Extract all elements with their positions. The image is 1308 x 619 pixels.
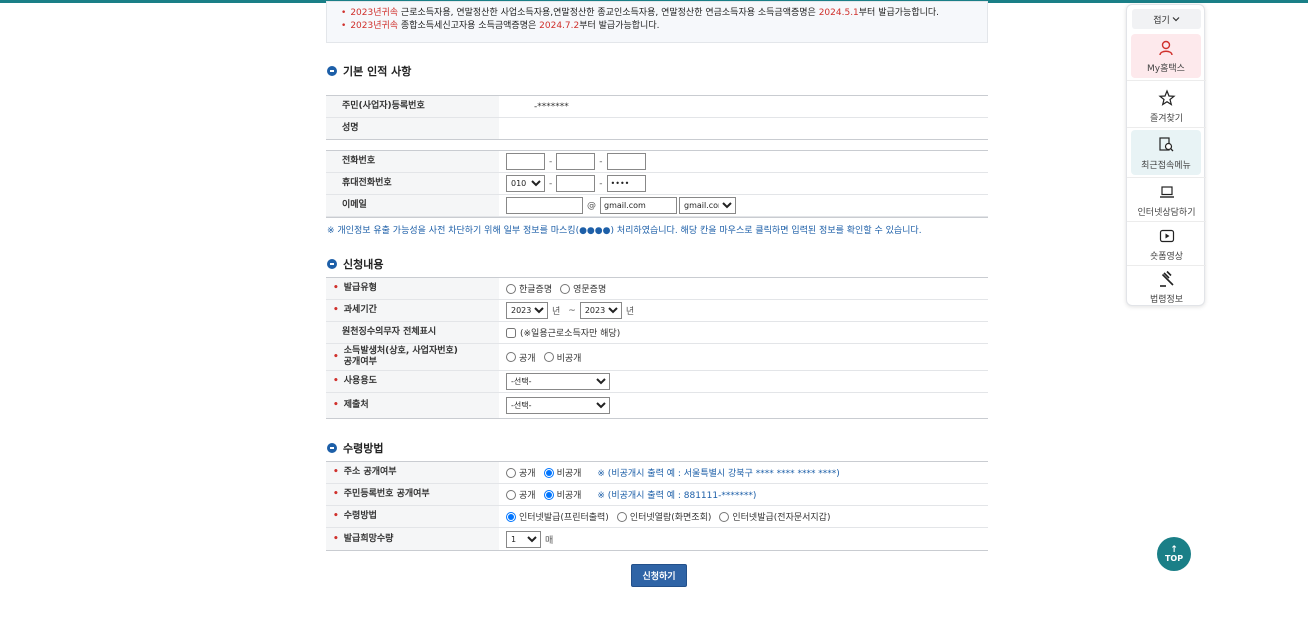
contact-table: 전화번호 - - 휴대전화번호 010 - - 이메일 @ gmail.com (326, 150, 988, 218)
addr-public-radio[interactable]: 공개 (506, 466, 536, 479)
section-title-receive: 수령방법 (327, 440, 383, 456)
quick-item-law-info[interactable]: 법령정보 (1127, 270, 1206, 305)
email-domain-input[interactable] (600, 197, 677, 214)
quantity-label: 발급희망수량 (326, 528, 499, 550)
section-bullet-icon (327, 66, 337, 76)
year-from-select[interactable]: 2023 (506, 302, 548, 319)
email-domain-select[interactable]: gmail.com (679, 197, 736, 214)
table-row: 성명 (326, 118, 988, 140)
table-row: 과세기간 2023 년 ~ 2023 년 (326, 300, 988, 322)
withholding-checkbox[interactable] (506, 327, 516, 338)
issue-type-label: 발급유형 (326, 278, 499, 299)
phone-part3-input[interactable] (606, 153, 646, 170)
issue-type-korean-radio[interactable]: 한글증명 (506, 282, 552, 295)
divider (1127, 177, 1206, 178)
table-row: 제출처 -선택- (326, 393, 988, 418)
rrn-public-radio[interactable]: 공개 (506, 488, 536, 501)
rrn-value: -******* (534, 101, 569, 112)
masking-notice: ※ 개인정보 유출 가능성을 사전 차단하기 위해 일부 정보를 마스킹(●●●… (327, 226, 922, 236)
quick-item-favorites[interactable]: 즐겨찾기 (1127, 89, 1206, 124)
section-bullet-icon (327, 443, 337, 453)
scroll-top-button[interactable]: ↑ TOP (1157, 537, 1191, 571)
quick-item-shortform-video[interactable]: 숏폼영상 (1127, 227, 1206, 262)
tax-period-label: 과세기간 (326, 300, 499, 321)
divider (1127, 221, 1206, 222)
divider (1127, 127, 1206, 128)
quick-item-myhometax[interactable]: My홈택스 (1131, 34, 1201, 78)
mobile-middle-input[interactable] (556, 175, 596, 192)
notice-item: 2023년귀속 종합소득세신고자용 소득금액증명은 2024.7.2부터 발급가… (341, 20, 987, 33)
rrn-disclose-label: 주민등록번호 공개여부 (326, 484, 499, 505)
disclose-private-radio[interactable]: 비공개 (543, 351, 581, 364)
rrn-private-radio[interactable]: 비공개 (543, 488, 581, 501)
quantity-select[interactable]: 1 (506, 530, 541, 548)
section-title-apply: 신청내용 (327, 256, 383, 272)
addr-hint: ※ (비공개시 출력 예 : 서울특별시 강북구 **** **** **** … (597, 469, 840, 479)
table-row: 주민(사업자)등록번호 -******* (326, 96, 988, 118)
chevron-down-icon (1172, 17, 1180, 22)
notice-box: 2023년귀속 근로소득자용, 연말정산한 사업소득자용,연말정산한 종교인소득… (326, 1, 988, 43)
email-label: 이메일 (326, 195, 499, 216)
disclose-public-radio[interactable]: 공개 (506, 351, 536, 364)
addr-private-radio[interactable]: 비공개 (543, 466, 581, 479)
name-label: 성명 (326, 118, 499, 139)
receive-table: 주소 공개여부 공개 비공개 ※ (비공개시 출력 예 : 서울특별시 강북구 … (326, 461, 988, 551)
table-row: 발급희망수량 1 매 (326, 528, 988, 550)
year-to-select[interactable]: 2023 (579, 302, 622, 319)
submit-to-select[interactable]: -선택- (506, 397, 610, 414)
quick-menu: 접기 My홈택스 즐겨찾기 최근접속메뉴 인터넷상담하기 숏폼영상 법령정보 (1126, 4, 1206, 306)
quick-item-online-consult[interactable]: 인터넷상담하기 (1127, 183, 1206, 218)
divider (1127, 80, 1206, 81)
table-row: 휴대전화번호 010 - - (326, 173, 988, 195)
star-icon (1157, 89, 1176, 106)
phone-part2-input[interactable] (556, 153, 596, 170)
name-value (499, 118, 988, 139)
apply-submit-button[interactable]: 신청하기 (631, 564, 687, 587)
quick-item-recent-menu[interactable]: 최근접속메뉴 (1131, 130, 1201, 175)
usage-select[interactable]: -선택- (506, 373, 610, 390)
phone-label: 전화번호 (326, 151, 499, 172)
section-bullet-icon (327, 259, 337, 269)
usage-label: 사용용도 (326, 371, 499, 392)
issue-type-english-radio[interactable]: 영문증명 (560, 282, 606, 295)
disclose-label: 소득발생처(상호, 사업자번호) 공개여부 (326, 344, 499, 370)
submit-to-label: 제출처 (326, 393, 499, 418)
method-print-radio[interactable]: 인터넷발급(프린터출력) (506, 510, 609, 523)
document-search-icon (1159, 137, 1174, 152)
table-row: 원천징수의무자 전체표시 (※일용근로소득자만 해당) (326, 322, 988, 344)
method-wallet-radio[interactable]: 인터넷발급(전자문서지갑) (719, 510, 830, 523)
apply-table: 발급유형 한글증명 영문증명 과세기간 2023 년 ~ 2023 년 원천징수… (326, 277, 988, 419)
table-row: 사용용도 -선택- (326, 371, 988, 393)
mobile-prefix-select[interactable]: 010 (506, 175, 545, 192)
basic-info-table: 주민(사업자)등록번호 -******* 성명 (326, 95, 988, 140)
user-icon (1159, 40, 1173, 56)
table-row: 전화번호 - - (326, 151, 988, 173)
table-row: 주민등록번호 공개여부 공개 비공개 ※ (비공개시 출력 예 : 881111… (326, 484, 988, 506)
quick-menu-fold-button[interactable]: 접기 (1132, 9, 1201, 29)
method-view-radio[interactable]: 인터넷열람(화면조회) (616, 510, 711, 523)
gavel-icon (1159, 270, 1174, 287)
withholding-label: 원천징수의무자 전체표시 (326, 322, 499, 343)
table-row: 수령방법 인터넷발급(프린터출력) 인터넷열람(화면조회) 인터넷발급(전자문서… (326, 506, 988, 528)
divider (1127, 265, 1206, 266)
table-row: 주소 공개여부 공개 비공개 ※ (비공개시 출력 예 : 서울특별시 강북구 … (326, 462, 988, 484)
table-row: 발급유형 한글증명 영문증명 (326, 278, 988, 300)
receive-method-label: 수령방법 (326, 506, 499, 527)
mobile-label: 휴대전화번호 (326, 173, 499, 194)
phone-part1-input[interactable] (506, 153, 545, 170)
table-row: 이메일 @ gmail.com (326, 195, 988, 217)
rrn-label: 주민(사업자)등록번호 (326, 96, 499, 117)
email-id-input[interactable] (506, 197, 583, 214)
laptop-icon (1159, 186, 1174, 198)
mobile-last-input[interactable] (606, 175, 646, 192)
video-play-icon (1159, 229, 1174, 243)
rrn-hint: ※ (비공개시 출력 예 : 881111-*******) (597, 491, 757, 501)
addr-disclose-label: 주소 공개여부 (326, 462, 499, 483)
table-row: 소득발생처(상호, 사업자번호) 공개여부 공개 비공개 (326, 344, 988, 371)
notice-item: 2023년귀속 근로소득자용, 연말정산한 사업소득자용,연말정산한 종교인소득… (341, 7, 987, 20)
section-title-basic: 기본 인적 사항 (327, 63, 411, 79)
